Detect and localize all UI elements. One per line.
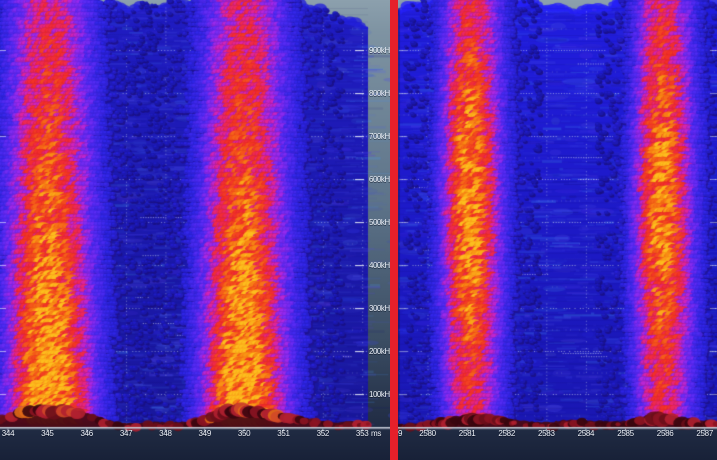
left-waterfall-panel[interactable] (0, 0, 368, 427)
segment-divider-cursor[interactable] (390, 0, 398, 460)
right-waterfall-panel[interactable] (398, 0, 717, 427)
spectrogram-view: 900kHz800kHz700kHz600kHz500kHz400kHz300k… (0, 0, 717, 460)
